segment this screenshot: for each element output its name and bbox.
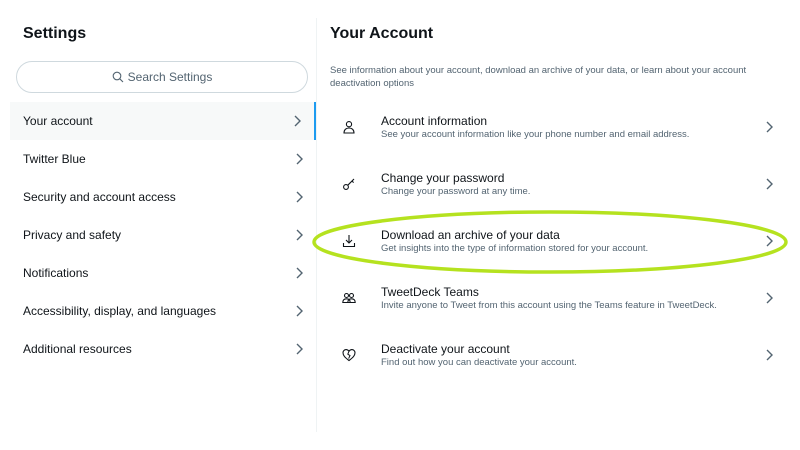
- nav-item-security[interactable]: Security and account access: [10, 178, 316, 216]
- account-options-list: Account information See your account inf…: [317, 99, 792, 384]
- account-information-row[interactable]: Account information See your account inf…: [317, 99, 792, 156]
- search-settings-input[interactable]: Search Settings: [16, 61, 308, 93]
- chevron-right-icon: [296, 267, 303, 279]
- nav-item-label: Additional resources: [23, 342, 132, 356]
- download-icon: [342, 235, 356, 248]
- chevron-right-icon: [766, 349, 773, 361]
- change-password-row[interactable]: Change your password Change your passwor…: [317, 156, 792, 213]
- key-icon: [343, 178, 355, 190]
- chevron-right-icon: [294, 115, 301, 127]
- chevron-right-icon: [296, 343, 303, 355]
- row-subtitle: See your account information like your p…: [381, 129, 690, 140]
- row-subtitle: Find out how you can deactivate your acc…: [381, 357, 577, 368]
- nav-item-label: Accessibility, display, and languages: [23, 304, 216, 318]
- person-icon: [343, 121, 355, 134]
- chevron-right-icon: [296, 191, 303, 203]
- row-title: Change your password: [381, 171, 505, 185]
- nav-item-accessibility[interactable]: Accessibility, display, and languages: [10, 292, 316, 330]
- nav-item-twitter-blue[interactable]: Twitter Blue: [10, 140, 316, 178]
- row-title: Deactivate your account: [381, 342, 510, 356]
- nav-item-notifications[interactable]: Notifications: [10, 254, 316, 292]
- row-subtitle: Change your password at any time.: [381, 186, 531, 197]
- search-icon: [112, 71, 124, 83]
- nav-item-label: Twitter Blue: [23, 152, 86, 166]
- nav-item-label: Notifications: [23, 266, 89, 280]
- nav-item-privacy[interactable]: Privacy and safety: [10, 216, 316, 254]
- row-title: Account information: [381, 114, 488, 128]
- broken-heart-icon: [342, 349, 356, 362]
- settings-sidebar: Settings Search Settings Your account Tw…: [10, 18, 317, 432]
- nav-item-additional-resources[interactable]: Additional resources: [10, 330, 316, 368]
- chevron-right-icon: [296, 153, 303, 165]
- chevron-right-icon: [296, 229, 303, 241]
- nav-item-label: Security and account access: [23, 190, 176, 204]
- deactivate-account-row[interactable]: Deactivate your account Find out how you…: [317, 327, 792, 384]
- row-subtitle: Get insights into the type of informatio…: [381, 243, 649, 254]
- chevron-right-icon: [766, 121, 773, 133]
- download-archive-row[interactable]: Download an archive of your data Get ins…: [317, 213, 792, 270]
- your-account-panel: Your Account See information about your …: [317, 18, 792, 432]
- people-icon: [342, 292, 356, 304]
- nav-item-label: Your account: [23, 114, 93, 128]
- settings-title: Settings: [23, 25, 87, 42]
- settings-nav: Your account Twitter Blue Security and a…: [10, 102, 316, 368]
- nav-item-label: Privacy and safety: [23, 228, 122, 242]
- tweetdeck-teams-row[interactable]: TweetDeck Teams Invite anyone to Tweet f…: [317, 270, 792, 327]
- chevron-right-icon: [766, 178, 773, 190]
- chevron-right-icon: [766, 292, 773, 304]
- settings-window: Settings Search Settings Your account Tw…: [10, 18, 792, 432]
- row-title: Download an archive of your data: [381, 228, 560, 242]
- search-placeholder: Search Settings: [127, 70, 213, 84]
- page-title: Your Account: [330, 25, 434, 42]
- page-description: See information about your account, down…: [330, 65, 747, 89]
- chevron-right-icon: [296, 305, 303, 317]
- row-title: TweetDeck Teams: [381, 285, 479, 299]
- chevron-right-icon: [766, 235, 773, 247]
- row-subtitle: Invite anyone to Tweet from this account…: [381, 300, 717, 311]
- nav-item-your-account[interactable]: Your account: [10, 102, 316, 140]
